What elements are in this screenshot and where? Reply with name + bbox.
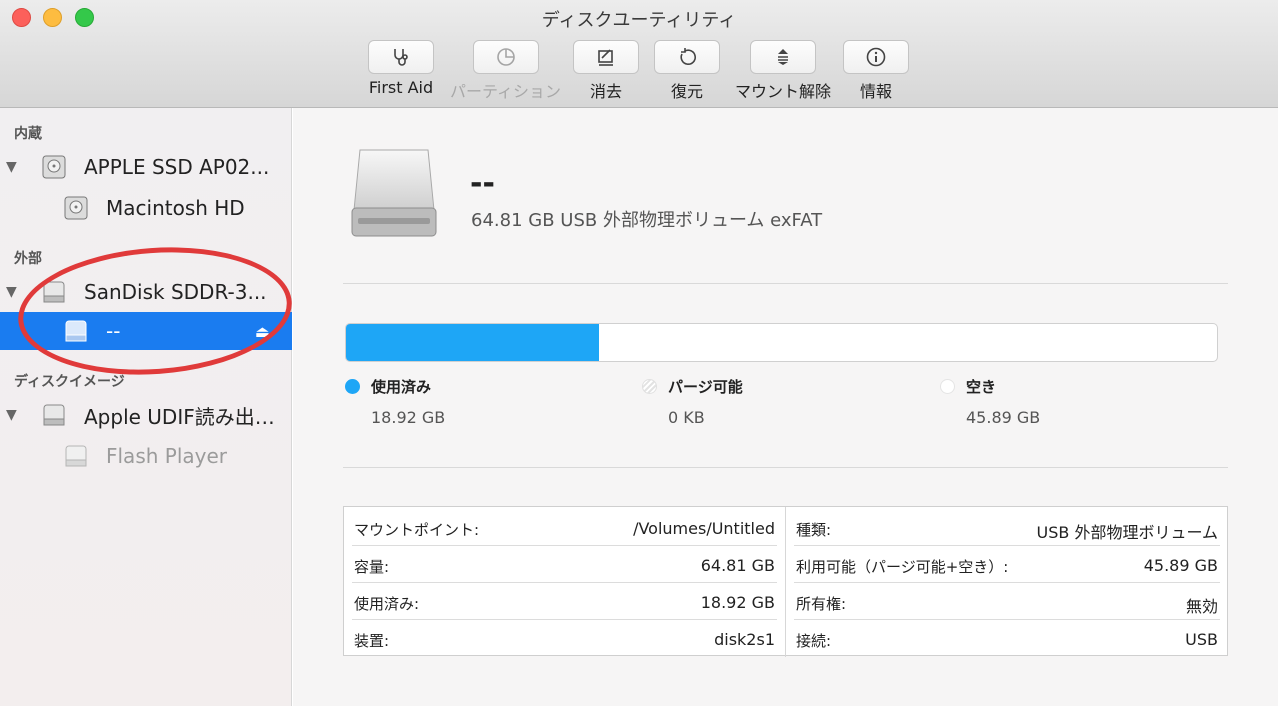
partition-label: パーティション	[450, 82, 562, 101]
info-column-left: マウントポイント: /Volumes/Untitled 容量: 64.81 GB…	[344, 507, 786, 657]
info-row: 利用可能（パージ可能+空き）: 45.89 GB	[794, 546, 1220, 583]
partition-button[interactable]: パーティション	[450, 40, 561, 102]
used-swatch-icon	[345, 379, 360, 394]
info-row: 容量: 64.81 GB	[352, 546, 777, 583]
info-key: 使用済み:	[354, 595, 420, 613]
section-disk-images: ディスクイメージ	[14, 374, 125, 390]
legend-value: 0 KB	[668, 408, 705, 427]
info-key: マウントポイント:	[354, 521, 480, 539]
sidebar-item-apple-udif[interactable]: ▼ Apple UDIF読み出…	[0, 396, 292, 434]
info-button[interactable]: 情報	[843, 40, 909, 102]
unmount-button[interactable]: マウント解除	[735, 40, 831, 102]
usage-bar	[345, 323, 1218, 362]
info-row: 使用済み: 18.92 GB	[352, 583, 777, 620]
sidebar-item-apple-ssd[interactable]: ▼ APPLE SSD AP02...	[0, 148, 292, 186]
info-column-right: 種類: USB 外部物理ボリューム 利用可能（パージ可能+空き）: 45.89 …	[786, 507, 1228, 657]
legend-label: 空き	[966, 378, 997, 396]
legend-value: 18.92 GB	[371, 408, 446, 427]
info-value: /Volumes/Untitled	[633, 519, 775, 538]
usage-bar-used-fill	[346, 324, 599, 361]
erase-label: 消去	[589, 82, 622, 101]
info-value: 45.89 GB	[1143, 556, 1218, 575]
sidebar-item-flash-player[interactable]: Flash Player	[0, 437, 292, 475]
info-key: 容量:	[354, 558, 390, 576]
info-key: 種類:	[796, 521, 832, 539]
section-internal: 内蔵	[14, 126, 42, 142]
sidebar-item-label: Macintosh HD	[106, 196, 245, 220]
stethoscope-icon	[394, 49, 408, 66]
section-external: 外部	[14, 251, 42, 267]
erase-icon	[598, 49, 613, 66]
sidebar-item-label: Apple UDIF読み出…	[84, 404, 275, 429]
first-aid-button[interactable]: First Aid	[368, 40, 434, 97]
restore-button[interactable]: 復元	[654, 40, 720, 102]
disclosure-triangle-icon[interactable]: ▼	[6, 407, 17, 423]
restore-label: 復元	[670, 82, 703, 101]
legend-value: 45.89 GB	[966, 408, 1041, 427]
info-key: 所有権:	[796, 595, 847, 613]
info-key: 装置:	[354, 632, 390, 650]
info-value: 18.92 GB	[700, 593, 775, 612]
window-title: ディスクユーティリティ	[541, 10, 737, 31]
external-drive-large-icon	[351, 149, 437, 237]
internal-disk-icon	[42, 155, 66, 179]
info-row: 種類: USB 外部物理ボリューム	[794, 509, 1220, 546]
info-label: 情報	[859, 82, 892, 101]
volume-icon	[65, 445, 87, 467]
legend-label: パージ可能	[668, 378, 743, 396]
volume-title: --	[470, 166, 495, 201]
free-swatch-icon	[940, 379, 955, 394]
restore-icon	[680, 48, 696, 65]
info-value: 無効	[1185, 597, 1218, 616]
divider	[343, 467, 1228, 468]
disclosure-triangle-icon[interactable]: ▼	[6, 159, 17, 175]
info-value: USB	[1185, 630, 1218, 649]
info-key: 接続:	[796, 632, 832, 650]
sidebar: 内蔵 ▼ APPLE SSD AP02... Macintosh HD 外部 ▼…	[0, 108, 292, 706]
info-value: 64.81 GB	[700, 556, 775, 575]
info-value: USB 外部物理ボリューム	[1036, 523, 1218, 542]
info-row: 装置: disk2s1	[352, 620, 777, 657]
unmount-label: マウント解除	[735, 82, 832, 101]
purgeable-swatch-icon	[642, 379, 657, 394]
legend-label: 使用済み	[371, 378, 432, 396]
info-row: 所有権: 無効	[794, 583, 1220, 620]
first-aid-label: First Aid	[368, 78, 434, 97]
volume-description: 64.81 GB USB 外部物理ボリューム exFAT	[471, 210, 823, 231]
disk-image-icon	[43, 404, 65, 426]
sidebar-item-label: APPLE SSD AP02...	[84, 155, 270, 179]
info-row: 接続: USB	[794, 620, 1220, 657]
info-icon	[866, 47, 886, 67]
info-key: 利用可能（パージ可能+空き）:	[796, 558, 1009, 576]
info-value: disk2s1	[714, 630, 775, 649]
toolbar: ディスクユーティリティ First Aid パーティション 消去 復元 マウント…	[0, 0, 1278, 108]
unmount-icon	[778, 49, 788, 65]
volume-info-table: マウントポイント: /Volumes/Untitled 容量: 64.81 GB…	[343, 506, 1228, 657]
divider	[343, 283, 1228, 284]
sidebar-item-macintosh-hd[interactable]: Macintosh HD	[0, 189, 292, 227]
erase-button[interactable]: 消去	[573, 40, 639, 102]
info-row: マウントポイント: /Volumes/Untitled	[352, 509, 777, 546]
internal-volume-icon	[64, 196, 88, 220]
pie-chart-icon	[496, 48, 515, 66]
sidebar-item-label: Flash Player	[106, 444, 228, 468]
disclosure-triangle-icon[interactable]: ▼	[6, 284, 17, 300]
